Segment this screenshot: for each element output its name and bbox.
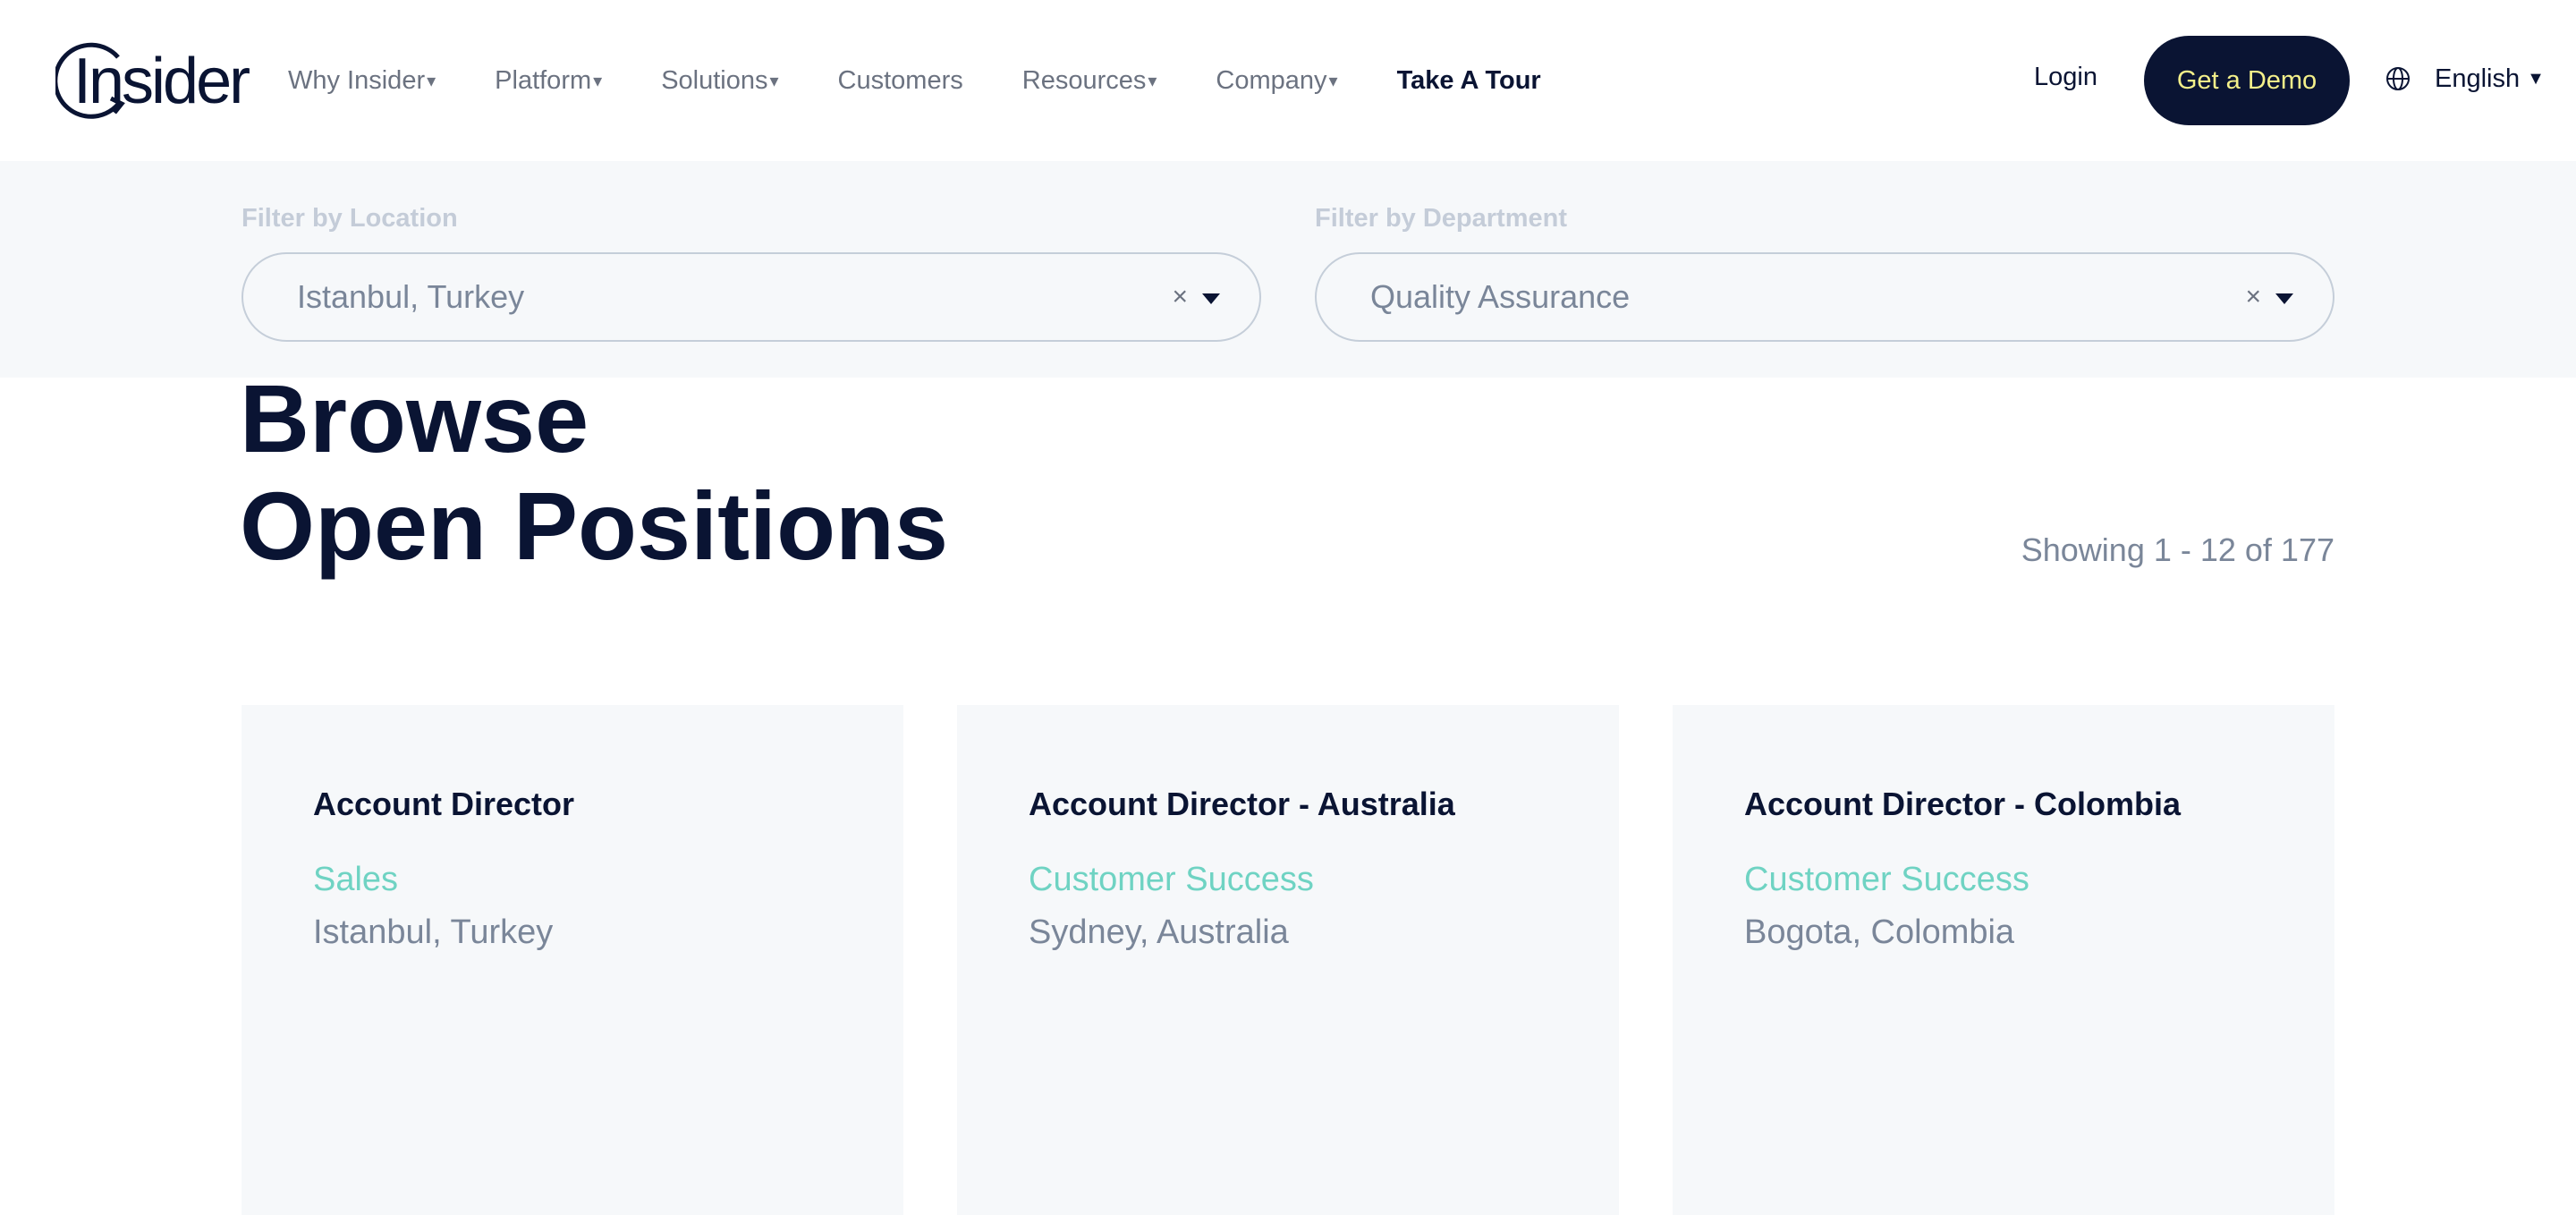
chevron-down-icon: ▼ bbox=[2527, 68, 2545, 89]
dropdown-arrow-icon[interactable] bbox=[2275, 293, 2293, 304]
insider-logo[interactable]: Insider bbox=[55, 39, 250, 122]
position-title: Account Director - Australia bbox=[1029, 786, 1455, 822]
department-filter: Filter by Department Quality Assurance × bbox=[1315, 204, 2334, 342]
nav-take-a-tour-label: Take A Tour bbox=[1396, 65, 1541, 95]
get-a-demo-label: Get a Demo bbox=[2176, 65, 2318, 95]
department-select[interactable]: Quality Assurance × bbox=[1315, 252, 2334, 342]
position-department: Customer Success bbox=[1029, 861, 1314, 898]
globe-icon bbox=[2386, 67, 2410, 90]
clear-icon[interactable]: × bbox=[2245, 282, 2261, 312]
results-count: Showing 1 - 12 of 177 bbox=[2021, 531, 2334, 568]
chevron-down-icon: ▾ bbox=[769, 71, 779, 91]
page-title-line-1: Browse bbox=[240, 364, 589, 472]
nav-resources[interactable]: Resources ▾ bbox=[1022, 66, 1157, 96]
chevron-down-icon: ▾ bbox=[427, 71, 436, 91]
nav-why-insider-label: Why Insider bbox=[288, 65, 426, 95]
main-nav: Why Insider ▾ Platform ▾ Solutions ▾ Cus… bbox=[288, 59, 1541, 102]
dropdown-arrow-icon[interactable] bbox=[1202, 293, 1220, 304]
position-location: Bogota, Colombia bbox=[1744, 913, 2015, 951]
position-department: Sales bbox=[313, 861, 399, 898]
location-select[interactable]: Istanbul, Turkey × bbox=[242, 252, 1261, 342]
logo-text: Insider bbox=[73, 46, 250, 117]
nav-solutions[interactable]: Solutions ▾ bbox=[661, 66, 778, 96]
page-title: Browse Open Positions bbox=[240, 365, 948, 580]
nav-customers[interactable]: Customers bbox=[838, 66, 963, 96]
position-title: Account Director bbox=[313, 786, 575, 822]
position-title: Account Director - Colombia bbox=[1744, 786, 2182, 822]
login-link[interactable]: Login bbox=[2034, 63, 2097, 92]
location-select-value: Istanbul, Turkey bbox=[297, 278, 525, 315]
nav-solutions-label: Solutions bbox=[661, 65, 768, 95]
nav-take-a-tour[interactable]: Take A Tour bbox=[1397, 66, 1541, 96]
nav-platform-label: Platform bbox=[495, 65, 592, 95]
page-title-line-2: Open Positions bbox=[240, 472, 949, 580]
department-select-value: Quality Assurance bbox=[1370, 278, 1631, 315]
position-department: Customer Success bbox=[1744, 861, 2029, 898]
language-label: English bbox=[2435, 64, 2521, 93]
positions-list: Account Director Sales Istanbul, Turkey … bbox=[242, 705, 2334, 1215]
chevron-down-icon: ▾ bbox=[1148, 71, 1157, 91]
nav-company[interactable]: Company ▾ bbox=[1216, 66, 1337, 96]
chevron-down-icon: ▾ bbox=[1328, 71, 1338, 91]
clear-icon[interactable]: × bbox=[1172, 282, 1188, 312]
position-card[interactable]: Account Director - Colombia Customer Suc… bbox=[1673, 705, 2334, 1215]
nav-customers-label: Customers bbox=[837, 65, 963, 95]
chevron-down-icon: ▾ bbox=[593, 71, 603, 91]
get-a-demo-button[interactable]: Get a Demo bbox=[2144, 36, 2350, 125]
position-location: Sydney, Australia bbox=[1029, 913, 1289, 951]
language-selector[interactable]: English ▼ bbox=[2385, 59, 2545, 98]
position-card[interactable]: Account Director - Australia Customer Su… bbox=[957, 705, 1619, 1215]
position-card[interactable]: Account Director Sales Istanbul, Turkey bbox=[242, 705, 903, 1215]
nav-why-insider[interactable]: Why Insider ▾ bbox=[288, 66, 436, 96]
site-header: Insider Why Insider ▾ Platform ▾ Solutio… bbox=[0, 0, 2576, 161]
position-location: Istanbul, Turkey bbox=[313, 913, 554, 951]
filter-bar: Filter by Location Istanbul, Turkey × Fi… bbox=[0, 161, 2576, 378]
location-filter-label: Filter by Location bbox=[242, 204, 458, 233]
department-filter-label: Filter by Department bbox=[1315, 204, 1567, 233]
location-filter: Filter by Location Istanbul, Turkey × bbox=[242, 204, 1261, 342]
nav-resources-label: Resources bbox=[1021, 65, 1147, 95]
nav-platform[interactable]: Platform ▾ bbox=[495, 66, 602, 96]
nav-company-label: Company bbox=[1216, 65, 1327, 95]
